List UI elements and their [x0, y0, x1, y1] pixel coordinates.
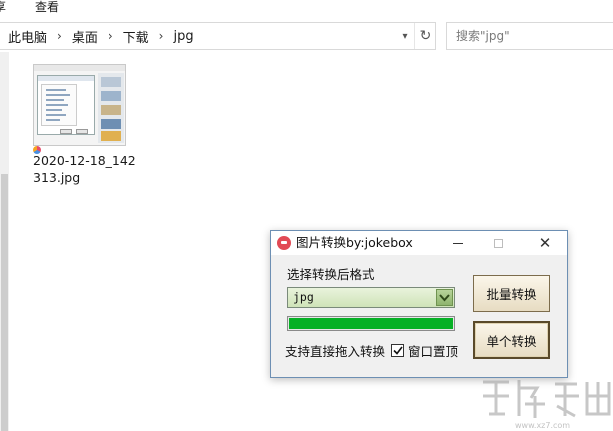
progress-bar	[287, 316, 455, 331]
single-convert-button[interactable]: 单个转换	[473, 321, 550, 359]
search-input[interactable]	[447, 23, 613, 49]
chevron-right-icon[interactable]: ›	[159, 29, 164, 43]
minimize-icon	[453, 242, 463, 244]
format-select-value: jpg	[293, 290, 314, 304]
breadcrumb-downloads[interactable]: 下载	[123, 27, 149, 46]
title-bar[interactable]: 图片转换by:jokebox ✕	[271, 231, 567, 255]
chevron-right-icon[interactable]: ›	[108, 29, 113, 43]
progress-fill	[289, 318, 453, 329]
window-title: 图片转换by:jokebox	[296, 235, 413, 250]
watermark-logo: www.xz7.com	[483, 380, 611, 430]
drag-hint-label: 支持直接拖入转换	[285, 344, 386, 359]
breadcrumb: 此电脑 › 桌面 › 下载 › jpg	[8, 23, 194, 49]
topmost-checkbox[interactable]	[391, 344, 404, 357]
breadcrumb-this-pc[interactable]: 此电脑	[8, 27, 47, 46]
minimize-button[interactable]	[438, 231, 478, 255]
chevron-down-icon[interactable]: ▾	[396, 23, 414, 49]
maximize-button[interactable]	[478, 231, 518, 255]
scrollbar-thumb[interactable]	[1, 174, 8, 431]
refresh-icon[interactable]: ↻	[414, 23, 436, 49]
maximize-icon	[493, 238, 503, 248]
topmost-label[interactable]: 窗口置顶	[408, 344, 458, 360]
app-icon	[277, 236, 291, 250]
format-select[interactable]: jpg	[287, 287, 455, 308]
batch-convert-button[interactable]: 批量转换	[473, 275, 550, 312]
svg-text:www.xz7.com: www.xz7.com	[515, 421, 570, 430]
chevron-right-icon[interactable]: ›	[57, 29, 62, 43]
file-name: 2020-12-18_142313.jpg	[33, 153, 136, 185]
checkmark-icon	[392, 346, 403, 355]
breadcrumb-desktop[interactable]: 桌面	[72, 27, 98, 46]
format-label: 选择转换后格式	[287, 267, 375, 282]
breadcrumb-jpg[interactable]: jpg	[173, 29, 193, 44]
tab-share[interactable]: 享	[0, 0, 6, 14]
close-button[interactable]: ✕	[525, 231, 565, 255]
address-bar[interactable]: 此电脑 › 桌面 › 下载 › jpg ▾ ↻	[0, 22, 436, 50]
navigation-pane	[0, 52, 9, 431]
image-thumbnail-icon	[33, 64, 126, 146]
search-box[interactable]	[446, 22, 613, 50]
chevron-down-icon[interactable]	[436, 289, 453, 306]
tab-view[interactable]: 查看	[35, 0, 59, 14]
converter-dialog: 图片转换by:jokebox ✕ 选择转换后格式 jpg 支持直接拖入转换 窗口…	[270, 230, 568, 378]
close-icon: ✕	[538, 234, 552, 252]
ribbon: 享 查看	[0, 0, 613, 18]
